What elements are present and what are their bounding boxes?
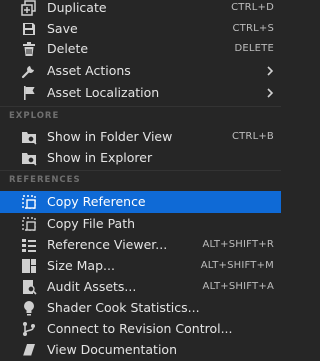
menu-item-size-map[interactable]: Size Map... ALT+SHIFT+M	[0, 255, 281, 277]
menu-item-label: Delete	[47, 41, 89, 56]
menu-item-copy-reference[interactable]: Copy Reference	[0, 191, 281, 213]
menu-item-label: Show in Explorer	[47, 150, 153, 165]
menu-item-label: Duplicate	[47, 0, 107, 15]
menu-item-shortcut: CTRL+D	[231, 2, 274, 13]
menu-item-shortcut: CTRL+B	[231, 131, 274, 142]
chevron-right-icon	[265, 87, 275, 99]
menu-item-label: View Documentation	[47, 342, 177, 357]
menu-item-show-in-explorer[interactable]: Show in Explorer	[0, 147, 281, 169]
menu-item-show-in-folder-view[interactable]: Show in Folder View CTRL+B	[0, 126, 281, 148]
lightbulb-icon	[21, 300, 37, 316]
copy-path-icon	[21, 216, 37, 232]
folder-search-icon	[21, 129, 37, 145]
menu-item-label: Asset Localization	[47, 85, 160, 100]
menu-item-copy-file-path[interactable]: Copy File Path	[0, 213, 281, 235]
menu-item-shortcut: DELETE	[234, 43, 274, 54]
reference-viewer-icon	[21, 237, 37, 253]
menu-item-label: Audit Assets...	[47, 279, 137, 294]
menu-item-duplicate[interactable]: Duplicate CTRL+D	[0, 0, 281, 19]
menu-item-label: Show in Folder View	[47, 129, 173, 144]
menu-item-shortcut: ALT+SHIFT+A	[202, 281, 274, 292]
menu-item-delete[interactable]: Delete DELETE	[0, 38, 281, 60]
menu-item-asset-localization[interactable]: Asset Localization	[0, 82, 281, 104]
menu-item-label: Copy Reference	[47, 194, 146, 209]
branch-icon	[21, 321, 37, 337]
menu-item-shader-cook-statistics[interactable]: Shader Cook Statistics...	[0, 297, 281, 319]
duplicate-icon	[21, 0, 37, 16]
menu-item-shortcut: CTRL+S	[232, 23, 274, 34]
menu-item-reference-viewer[interactable]: Reference Viewer... ALT+SHIFT+R	[0, 234, 281, 256]
book-icon	[21, 342, 37, 358]
save-icon	[21, 21, 37, 37]
menu-item-label: Size Map...	[47, 258, 115, 273]
menu-item-save[interactable]: Save CTRL+S	[0, 18, 281, 40]
delete-icon	[21, 41, 37, 57]
section-title: REFERENCES	[9, 175, 81, 185]
flag-icon	[21, 85, 37, 101]
menu-item-label: Shader Cook Statistics...	[47, 300, 200, 315]
menu-item-label: Save	[47, 21, 78, 36]
chevron-right-icon	[265, 65, 275, 77]
copy-reference-icon	[21, 194, 37, 210]
divider	[0, 106, 281, 107]
menu-item-shortcut: ALT+SHIFT+R	[202, 239, 274, 250]
menu-item-label: Reference Viewer...	[47, 237, 168, 252]
menu-item-label: Copy File Path	[47, 216, 136, 231]
menu-item-label: Connect to Revision Control...	[47, 321, 233, 336]
section-header-explore: EXPLORE	[0, 106, 281, 126]
menu-item-connect-to-revision-control[interactable]: Connect to Revision Control...	[0, 318, 281, 340]
context-menu: Duplicate CTRL+D Save CTRL+S Delete DELE…	[0, 0, 281, 358]
section-title: EXPLORE	[9, 111, 60, 121]
wrench-icon	[21, 63, 37, 79]
menu-item-asset-actions[interactable]: Asset Actions	[0, 60, 281, 82]
section-header-references: REFERENCES	[0, 170, 281, 190]
menu-item-shortcut: ALT+SHIFT+M	[200, 260, 274, 271]
audit-icon	[21, 279, 37, 295]
folder-search-icon	[21, 150, 37, 166]
size-map-icon	[21, 258, 37, 274]
menu-item-audit-assets[interactable]: Audit Assets... ALT+SHIFT+A	[0, 276, 281, 298]
menu-item-label: Asset Actions	[47, 63, 131, 78]
divider	[0, 170, 281, 171]
